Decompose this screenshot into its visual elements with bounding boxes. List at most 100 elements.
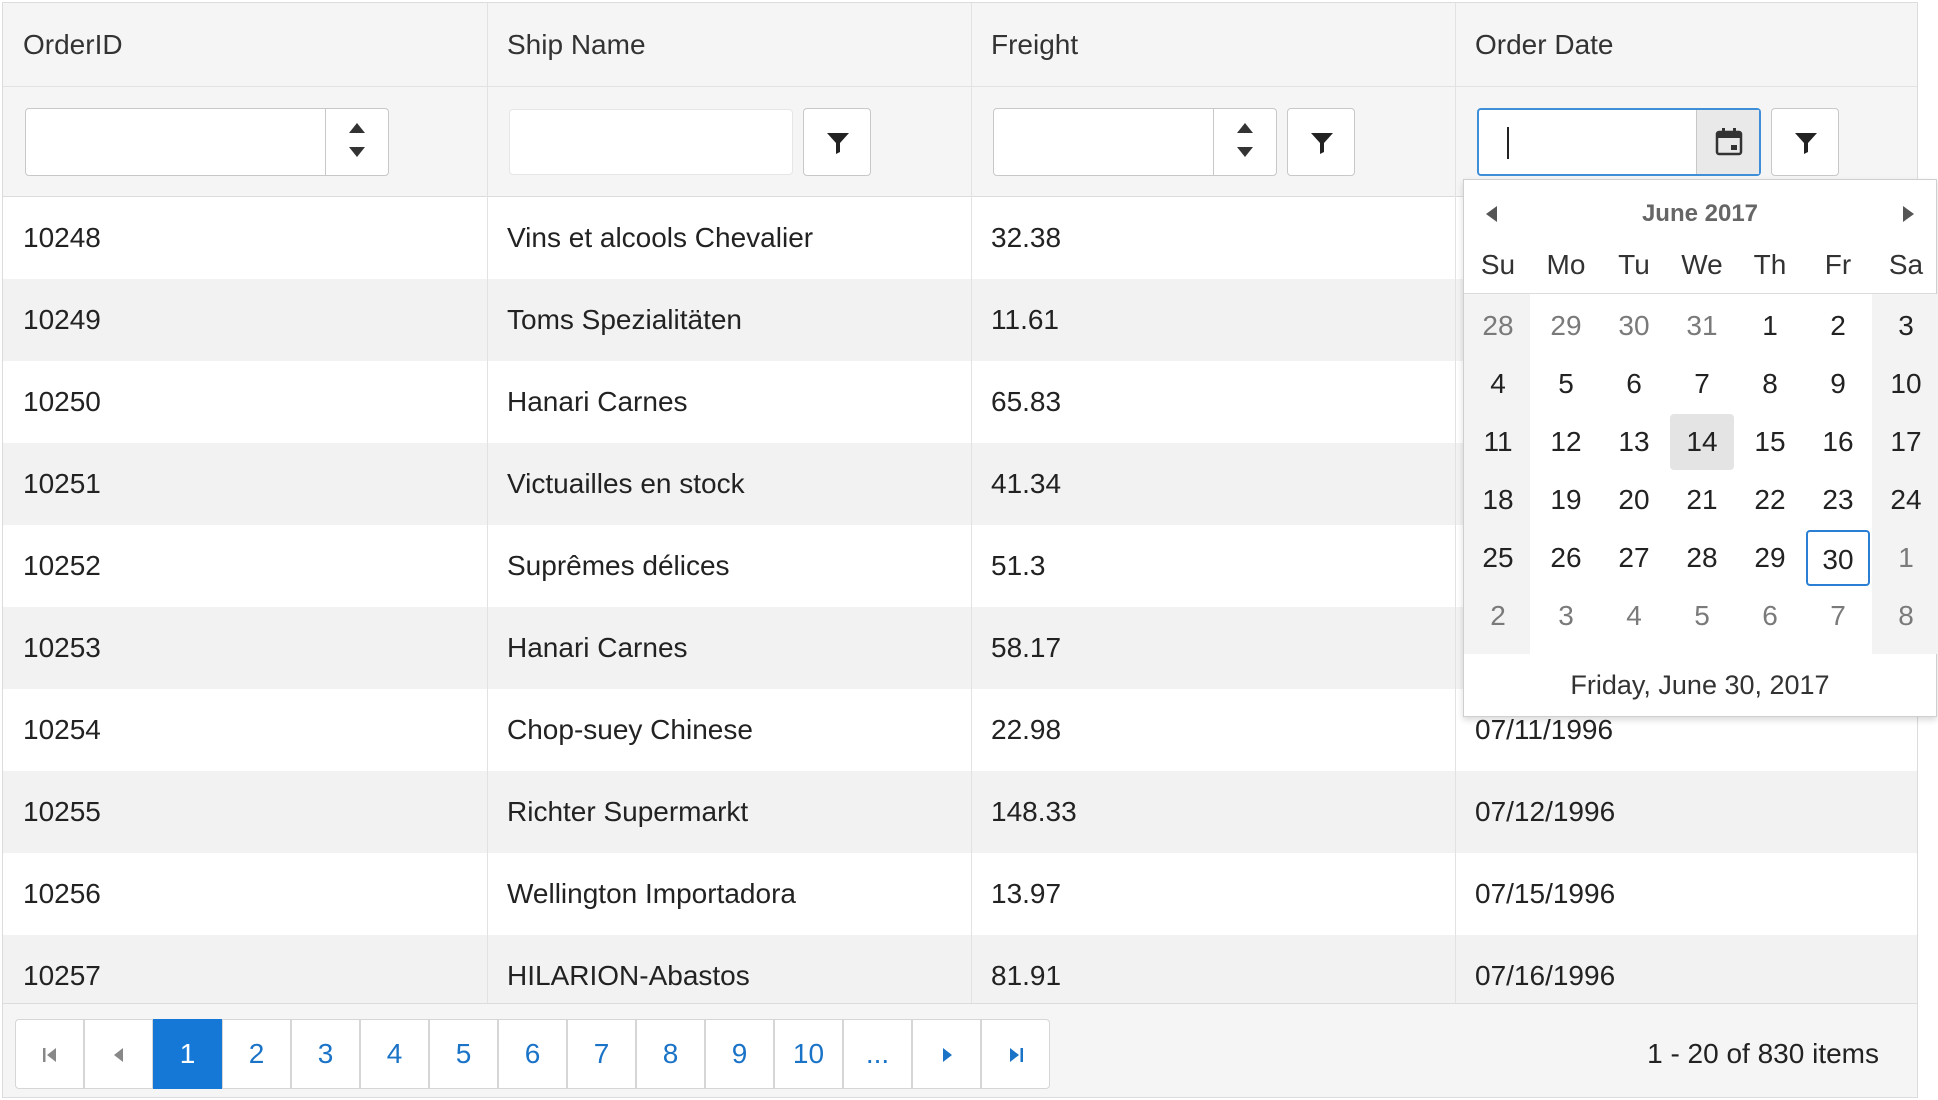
calendar-day[interactable]: 28: [1670, 530, 1734, 586]
calendar-day[interactable]: 21: [1670, 472, 1734, 528]
next-page-button[interactable]: [912, 1019, 981, 1089]
column-header-ship-name[interactable]: Ship Name: [487, 3, 971, 87]
calendar-day[interactable]: 25: [1466, 530, 1530, 586]
weekday-header: Fr: [1824, 249, 1852, 280]
page-button[interactable]: 3: [291, 1019, 360, 1089]
spinner-down-icon[interactable]: [1237, 147, 1253, 157]
order-date-filter-button[interactable]: [1771, 108, 1839, 176]
last-page-button[interactable]: [981, 1019, 1050, 1089]
pager-info: 1 - 20 of 830 items: [1647, 1038, 1879, 1069]
calendar-day[interactable]: 28: [1466, 298, 1530, 354]
calendar-day[interactable]: 15: [1738, 414, 1802, 470]
calendar-day[interactable]: 3: [1874, 298, 1938, 354]
calendar-day[interactable]: 22: [1738, 472, 1802, 528]
funnel-icon: [827, 133, 849, 154]
freight-filter-button[interactable]: [1287, 108, 1355, 176]
calendar-day[interactable]: 30: [1602, 298, 1666, 354]
calendar-day[interactable]: 26: [1534, 530, 1598, 586]
cell-freight: 58.17: [991, 632, 1062, 663]
more-pages-button[interactable]: ...: [843, 1019, 912, 1089]
calendar-day[interactable]: 8: [1874, 588, 1938, 644]
table-row[interactable]: 10256 Wellington Importadora 13.97 07/15…: [3, 853, 1917, 935]
calendar-day[interactable]: 29: [1738, 530, 1802, 586]
calendar-day[interactable]: 13: [1602, 414, 1666, 470]
calendar-day[interactable]: 6: [1738, 588, 1802, 644]
calendar-day[interactable]: 7: [1670, 356, 1734, 412]
page-button[interactable]: 1: [153, 1019, 222, 1089]
calendar-day[interactable]: 11: [1466, 414, 1530, 470]
calendar-day[interactable]: 16: [1806, 414, 1870, 470]
cell-freight: 51.3: [991, 550, 1046, 581]
calendar-day[interactable]: 20: [1602, 472, 1666, 528]
calendar-day[interactable]: 7: [1806, 588, 1870, 644]
first-page-icon: [43, 1048, 56, 1062]
cell-ship-name: Richter Supermarkt: [507, 796, 749, 827]
order-date-filter-input[interactable]: [1477, 108, 1761, 176]
calendar-day[interactable]: 5: [1534, 356, 1598, 412]
column-header-freight[interactable]: Freight: [971, 3, 1455, 87]
calendar-day[interactable]: 12: [1534, 414, 1598, 470]
cell-ship-name: Vins et alcools Chevalier: [507, 222, 814, 253]
ship-name-filter-button[interactable]: [803, 108, 871, 176]
calendar-day[interactable]: 14: [1670, 414, 1734, 470]
calendar-day[interactable]: 10: [1874, 356, 1938, 412]
calendar-toggle-button[interactable]: [1696, 110, 1759, 174]
freight-filter-input[interactable]: [993, 108, 1277, 176]
cell-ship-name: Hanari Carnes: [507, 632, 688, 663]
weekday-header: Mo: [1546, 249, 1586, 280]
previous-page-button[interactable]: [84, 1019, 153, 1089]
column-header-orderid[interactable]: OrderID: [3, 3, 487, 87]
calendar-day[interactable]: 9: [1806, 356, 1870, 412]
previous-page-icon: [114, 1048, 123, 1062]
calendar-day[interactable]: 2: [1806, 298, 1870, 354]
page-button[interactable]: 7: [567, 1019, 636, 1089]
cell-freight: 22.98: [991, 714, 1062, 745]
freight-spinner[interactable]: [1213, 109, 1276, 175]
page-button[interactable]: 6: [498, 1019, 567, 1089]
cell-orderid: 10253: [23, 632, 101, 663]
calendar-day[interactable]: 23: [1806, 472, 1870, 528]
calendar-day[interactable]: 5: [1670, 588, 1734, 644]
calendar-footer-date[interactable]: Friday, June 30, 2017: [1464, 660, 1936, 710]
spinner-down-icon[interactable]: [349, 147, 365, 157]
page-button[interactable]: 4: [360, 1019, 429, 1089]
calendar-day[interactable]: 17: [1874, 414, 1938, 470]
orderid-filter-input[interactable]: [25, 108, 389, 176]
previous-month-icon[interactable]: [1486, 206, 1497, 222]
calendar-day[interactable]: 19: [1534, 472, 1598, 528]
calendar-day[interactable]: 2: [1466, 588, 1530, 644]
orderid-spinner[interactable]: [325, 109, 388, 175]
calendar-day[interactable]: 1: [1738, 298, 1802, 354]
calendar-day[interactable]: 1: [1874, 530, 1938, 586]
cell-orderid: 10250: [23, 386, 101, 417]
calendar-day[interactable]: 4: [1466, 356, 1530, 412]
calendar-day[interactable]: 24: [1874, 472, 1938, 528]
spinner-up-icon[interactable]: [1237, 123, 1253, 133]
cell-freight: 32.38: [991, 222, 1062, 253]
page-button[interactable]: 2: [222, 1019, 291, 1089]
column-header-order-date[interactable]: Order Date: [1455, 3, 1917, 87]
cell-ship-name: Toms Spezialitäten: [507, 304, 743, 335]
page-button[interactable]: 5: [429, 1019, 498, 1089]
weekday-header: Th: [1753, 249, 1787, 280]
page-button[interactable]: 9: [705, 1019, 774, 1089]
weekday-header: We: [1681, 249, 1723, 280]
calendar-title[interactable]: June 2017: [1524, 194, 1876, 234]
ship-name-filter-input[interactable]: [509, 109, 793, 175]
calendar-day[interactable]: 31: [1670, 298, 1734, 354]
calendar-day[interactable]: 3: [1534, 588, 1598, 644]
calendar-day[interactable]: 8: [1738, 356, 1802, 412]
calendar-day[interactable]: 30: [1806, 530, 1870, 586]
first-page-button[interactable]: [15, 1019, 84, 1089]
page-button[interactable]: 8: [636, 1019, 705, 1089]
next-month-icon[interactable]: [1903, 206, 1914, 222]
spinner-up-icon[interactable]: [349, 123, 365, 133]
calendar-day[interactable]: 29: [1534, 298, 1598, 354]
calendar-day[interactable]: 27: [1602, 530, 1666, 586]
calendar-day[interactable]: 6: [1602, 356, 1666, 412]
cell-order-date: 07/12/1996: [1475, 796, 1616, 827]
calendar-day[interactable]: 18: [1466, 472, 1530, 528]
table-row[interactable]: 10255 Richter Supermarkt 148.33 07/12/19…: [3, 771, 1917, 853]
calendar-day[interactable]: 4: [1602, 588, 1666, 644]
page-button[interactable]: 10: [774, 1019, 843, 1089]
